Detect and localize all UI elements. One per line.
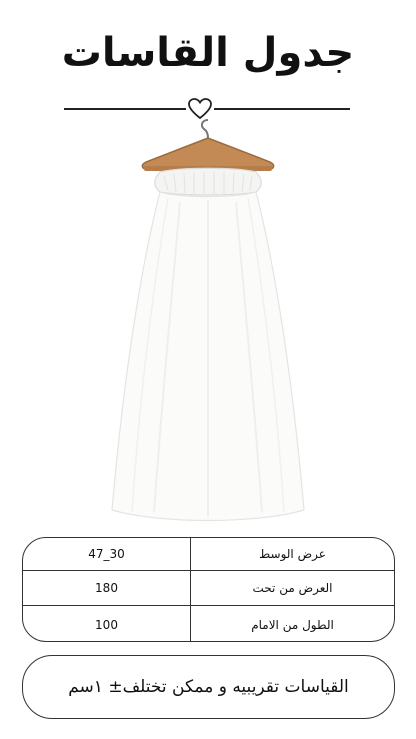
size-table: 47_30 عرض الوسط 180 العرض من تحت 100 الط… xyxy=(22,537,395,642)
divider-right xyxy=(214,108,350,110)
front-length-value: 100 xyxy=(23,606,191,641)
measurement-note: القياسات تقريبيه و ممكن تختلف± ١سم xyxy=(22,655,395,719)
skirt-product-image xyxy=(111,119,305,522)
waist-width-value: 47_30 xyxy=(23,538,191,570)
page-title: جدول القاسات xyxy=(61,30,355,76)
table-row: 47_30 عرض الوسط xyxy=(23,538,394,570)
front-length-label: الطول من الامام xyxy=(251,617,334,632)
divider-left xyxy=(64,108,186,110)
waist-width-label: عرض الوسط xyxy=(259,547,326,561)
table-row: 180 العرض من تحت xyxy=(23,570,394,605)
table-row: 100 الطول من الامام xyxy=(23,605,394,641)
bottom-width-label: العرض من تحت xyxy=(252,581,333,595)
hanger-icon xyxy=(141,119,275,171)
skirt-shape xyxy=(111,167,305,522)
bottom-width-value: 180 xyxy=(23,571,191,605)
